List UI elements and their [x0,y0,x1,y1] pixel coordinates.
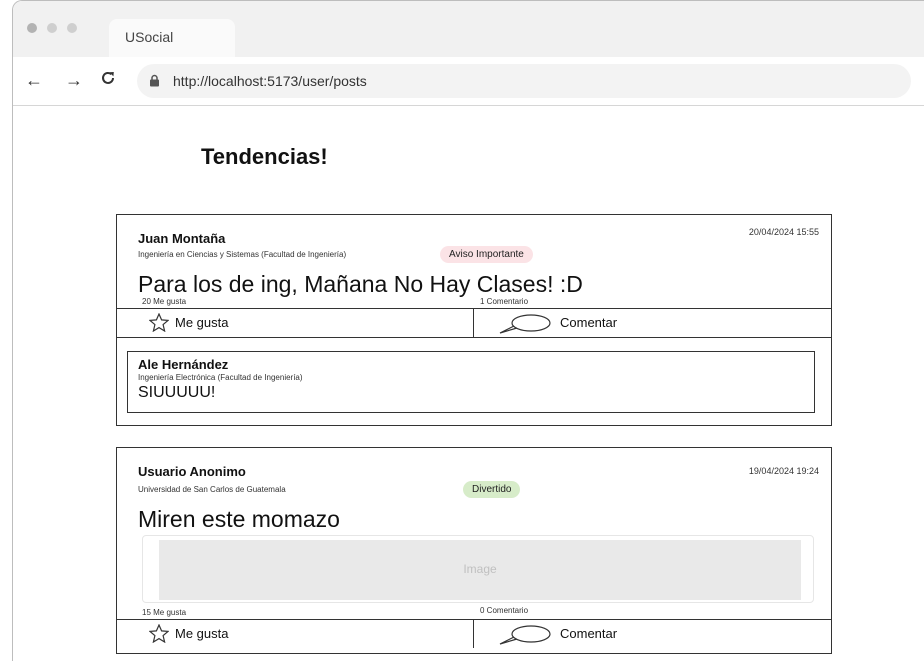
comment-label: Comentar [560,315,618,330]
comment-label: Comentar [560,626,618,641]
browser-tab[interactable]: USocial [109,19,235,57]
browser-window: USocial ← → http://localhost:5173/user/p… [12,0,924,661]
post-content: Miren este momazo [138,506,340,532]
page-title: Tendencias! [201,144,328,169]
post-image-frame: Image [142,535,814,603]
comments-count[interactable]: 0 Comentario [480,606,528,615]
likes-count: 15 Me gusta [142,608,187,617]
navigation-bar: ← → http://localhost:5173/user/posts [13,57,924,106]
like-button[interactable]: Me gusta [117,309,474,337]
url-text: http://localhost:5173/user/posts [173,73,367,89]
post-content: Para los de ing, Mañana No Hay Clases! :… [138,271,583,297]
window-controls [27,23,77,33]
reply-content: SIUUUUU! [138,384,216,401]
title-bar: USocial [13,1,924,57]
likes-count: 20 Me gusta [142,297,187,306]
post-tag-badge: Divertido [463,481,521,498]
post-faculty: Ingeniería en Ciencias y Sistemas (Facul… [138,250,347,259]
maximize-window-dot[interactable] [67,23,77,33]
like-button[interactable]: Me gusta [117,620,474,648]
post-tag-badge: Aviso Importante [440,246,533,263]
minimize-window-dot[interactable] [47,23,57,33]
lock-icon [149,74,160,92]
reply-author[interactable]: Ale Hernández [138,357,228,372]
post-date: 19/04/2024 19:24 [748,466,819,476]
comment-button[interactable]: Comentar [474,309,831,337]
address-bar[interactable]: http://localhost:5173/user/posts [137,64,911,98]
star-icon [148,623,170,648]
page-content: Tendencias! Juan Montaña Ingeniería en C… [13,106,924,661]
reply-card: Ale Hernández Ingeniería Electrónica (Fa… [127,351,815,413]
post-actions: Me gusta Comentar [117,308,831,338]
forward-arrow-icon[interactable]: → [65,70,83,90]
like-label: Me gusta [175,626,229,641]
post-card: Usuario Anonimo Universidad de San Carlo… [116,447,832,654]
star-icon [148,312,170,337]
reply-faculty: Ingeniería Electrónica (Facultad de Inge… [138,373,303,382]
post-faculty: Universidad de San Carlos de Guatemala [138,485,286,494]
speech-bubble-icon [498,624,552,651]
post-date: 20/04/2024 15:55 [748,227,819,237]
post-actions: Me gusta Comentar [117,619,831,648]
post-author[interactable]: Usuario Anonimo [138,464,246,479]
back-arrow-icon[interactable]: ← [25,70,43,90]
reload-icon[interactable] [99,69,117,91]
comment-button[interactable]: Comentar [474,620,831,648]
speech-bubble-icon [498,313,552,340]
post-card: Juan Montaña Ingeniería en Ciencias y Si… [116,214,832,426]
post-author[interactable]: Juan Montaña [138,231,225,246]
post-image-placeholder[interactable]: Image [159,540,801,600]
like-label: Me gusta [175,315,229,330]
image-placeholder-label: Image [463,562,497,576]
comments-count[interactable]: 1 Comentario [480,297,528,306]
tab-title: USocial [125,29,174,45]
close-window-dot[interactable] [27,23,37,33]
